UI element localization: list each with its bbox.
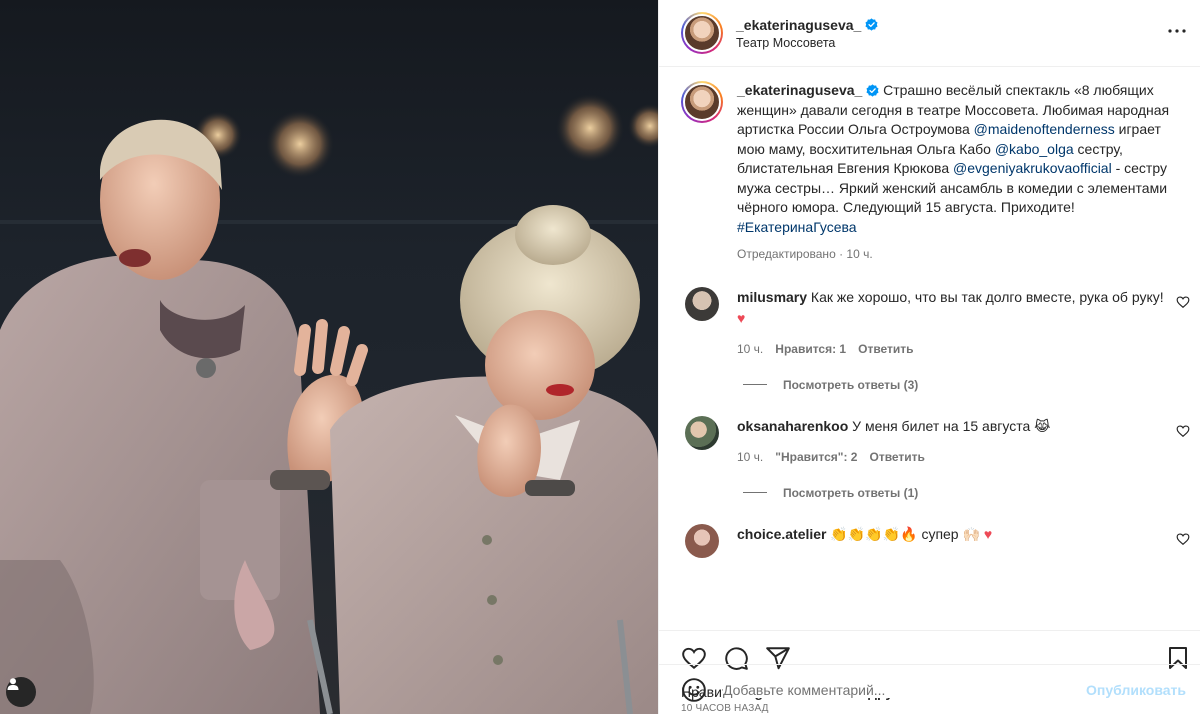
comment-text: Как же хорошо, что вы так долго вместе, …	[807, 288, 1164, 305]
stage-photo-illustration	[0, 94, 658, 714]
hashtag-link[interactable]: #ЕкатеринаГусева	[737, 219, 857, 235]
comment-avatar[interactable]	[685, 415, 719, 450]
comment-likes[interactable]: Нравится: 1	[775, 339, 846, 360]
heart-icon[interactable]	[1176, 295, 1190, 309]
comment-avatar[interactable]	[685, 286, 719, 321]
post-side-panel: _ekaterinaguseva_ Театр Моссовета _ekate…	[658, 0, 1200, 714]
post-caption: _ekaterinaguseva_ Страшно весёлый спекта…	[659, 67, 1200, 265]
view-replies-button[interactable]: Посмотреть ответы (3)	[743, 378, 1200, 392]
verified-icon	[865, 18, 878, 31]
heart-icon[interactable]	[1176, 532, 1190, 546]
caption-meta: Отредактировано · 10 ч.	[737, 247, 873, 261]
caption-username[interactable]: _ekaterinaguseva_	[737, 82, 862, 98]
author-username[interactable]: _ekaterinaguseva_	[736, 17, 861, 33]
comment-time[interactable]: 10 ч.	[737, 447, 763, 468]
user-tag-button[interactable]	[6, 677, 36, 707]
user-tag-icon	[7, 678, 19, 690]
heart-emoji: ♥	[737, 309, 746, 326]
comment-input[interactable]	[723, 681, 1087, 698]
heart-icon[interactable]	[1176, 424, 1190, 438]
comment-username[interactable]: choice.atelier	[737, 526, 827, 542]
comment-text: У меня билет на 15 августа	[848, 417, 1035, 434]
view-replies-button[interactable]: Посмотреть ответы (1)	[743, 486, 1200, 500]
comment-meta: 10 ч. "Нравится": 2 Ответить	[737, 447, 1167, 468]
comment-item: milusmary Как же хорошо, что вы так долг…	[659, 286, 1200, 360]
comment-item: oksanaharenkoo У меня билет на 15 август…	[659, 415, 1200, 468]
comment-time[interactable]: 10 ч.	[737, 339, 763, 360]
comments-list[interactable]: _ekaterinaguseva_ Страшно весёлый спекта…	[659, 67, 1200, 630]
more-icon	[1168, 29, 1186, 33]
emoji-icon	[682, 677, 706, 702]
caption-avatar[interactable]	[681, 81, 723, 123]
comment-username[interactable]: milusmary	[737, 289, 807, 305]
post-header: _ekaterinaguseva_ Театр Моссовета	[659, 0, 1200, 67]
comment-username[interactable]: oksanaharenkoo	[737, 418, 848, 434]
verified-icon	[866, 84, 879, 97]
replies-line	[743, 384, 767, 385]
mention-link[interactable]: @kabo_olga	[995, 141, 1074, 157]
caption-body: _ekaterinaguseva_ Страшно весёлый спекта…	[737, 81, 1184, 265]
more-options-button[interactable]	[1168, 22, 1186, 33]
replies-line	[743, 492, 767, 493]
comment-avatar[interactable]	[685, 523, 719, 558]
view-replies-label: Посмотреть ответы (3)	[783, 377, 919, 392]
heart-emoji: ♥	[983, 525, 993, 542]
reply-button[interactable]: Ответить	[869, 447, 924, 468]
add-comment-bar: Опубликовать	[659, 664, 1200, 714]
publish-button[interactable]: Опубликовать	[1086, 682, 1186, 698]
mention-link[interactable]: @evgeniyakrukovaofficial	[953, 160, 1112, 176]
comment-item: choice.atelier 👏👏👏👏🔥 супер 🙌🏻 ♥	[659, 523, 1200, 558]
emoji-button[interactable]	[681, 677, 707, 703]
reply-button[interactable]: Ответить	[858, 339, 913, 360]
cat-emoji: 😹	[1034, 417, 1051, 434]
comment-text: 👏👏👏👏🔥 супер 🙌🏻	[826, 525, 980, 542]
post-location[interactable]: Театр Моссовета	[736, 36, 878, 50]
view-replies-label: Посмотреть ответы (1)	[783, 485, 919, 500]
comment-meta: 10 ч. Нравится: 1 Ответить	[737, 339, 1167, 360]
author-username-row: _ekaterinaguseva_	[736, 17, 878, 33]
post-dialog: _ekaterinaguseva_ Театр Моссовета _ekate…	[0, 0, 1200, 714]
mention-link[interactable]: @maidenoftenderness	[974, 121, 1115, 137]
comment-likes[interactable]: "Нравится": 2	[775, 447, 857, 468]
post-photo[interactable]	[0, 0, 658, 714]
author-avatar[interactable]	[681, 12, 723, 54]
